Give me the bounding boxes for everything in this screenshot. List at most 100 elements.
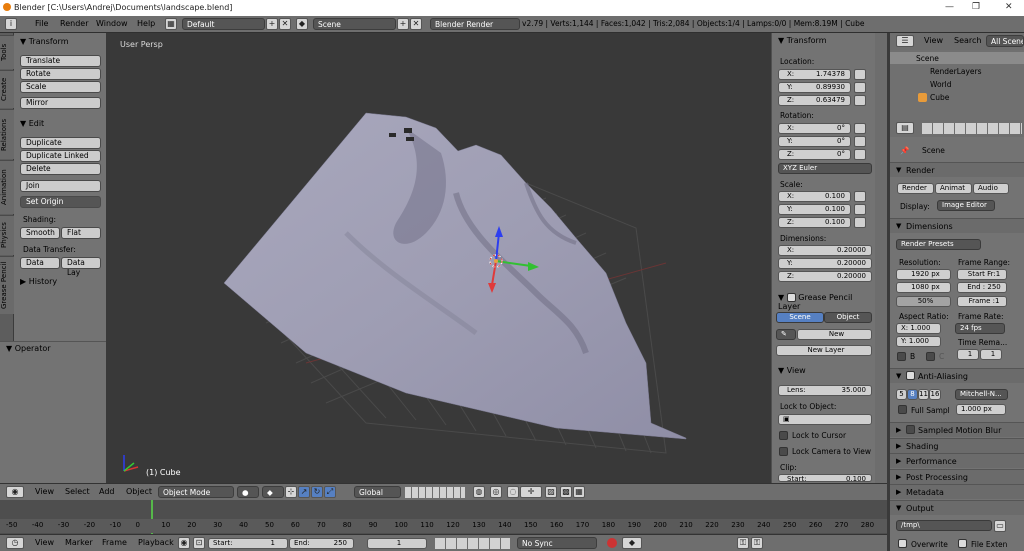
view-panel-header[interactable]: ▼ View xyxy=(778,366,806,375)
operator-panel-header[interactable]: ▼ Operator xyxy=(6,344,51,353)
dimension-y-field[interactable]: Y: 0.20000 xyxy=(778,258,872,269)
lock-icon[interactable] xyxy=(854,136,866,147)
sync-select[interactable]: No Sync xyxy=(517,537,597,549)
scale-z-field[interactable]: Z: 0.100 xyxy=(778,217,851,228)
opengl-render-icon[interactable]: ▨ xyxy=(545,486,557,498)
outliner-editor-icon[interactable]: ☰ xyxy=(896,35,914,47)
shading-mode-select[interactable]: ● xyxy=(237,486,259,498)
menu-file[interactable]: File xyxy=(35,19,48,28)
frame-end-field[interactable]: End : 250 xyxy=(957,282,1007,293)
preview-range-icon[interactable]: ◉ xyxy=(178,537,190,549)
timeline-ruler[interactable]: -50 -40 -30 -20 -10 0 10 20 30 40 50 60 70 80 90 100 110… xyxy=(0,519,887,533)
data-button[interactable]: Data xyxy=(20,257,60,269)
end-frame-field[interactable]: End: 250 xyxy=(289,538,354,549)
3d-viewport[interactable] xyxy=(106,33,771,483)
delete-keyframe-icon[interactable]: ⚿ xyxy=(751,537,763,549)
tl-playback-menu[interactable]: Playback xyxy=(138,538,174,547)
shading-panel-header[interactable]: ▶ Shading xyxy=(890,438,1024,453)
aa-samples-16[interactable]: 16 xyxy=(929,389,941,400)
lock-object-field[interactable]: ▣ xyxy=(778,414,872,425)
properties-editor-icon[interactable]: ▤ xyxy=(896,122,914,134)
resolution-y-field[interactable]: 1080 px xyxy=(896,282,951,293)
aa-filter-select[interactable]: Mitchell-N... xyxy=(955,389,1008,400)
overwrite-checkbox[interactable] xyxy=(898,539,907,548)
n-panel-scrollbar[interactable] xyxy=(875,33,887,483)
lock-range-icon[interactable]: ⊡ xyxy=(193,537,205,549)
output-panel-header[interactable]: ▼ Output xyxy=(890,500,1024,515)
aspect-y-field[interactable]: Y: 1.000 xyxy=(896,336,941,347)
camera-view-icon[interactable]: ▦ xyxy=(573,486,585,498)
history-panel-header[interactable]: ▶ History xyxy=(20,277,57,286)
lock-icon[interactable] xyxy=(854,123,866,134)
lock-icon[interactable] xyxy=(854,95,866,106)
translate-manipulator-icon[interactable]: ↗ xyxy=(298,486,310,498)
snap-element-icon[interactable]: ✛ xyxy=(520,486,542,498)
render-engine-select[interactable]: Blender Render xyxy=(430,18,520,30)
location-y-field[interactable]: Y: 0.89930 xyxy=(778,82,851,93)
rotation-mode-select[interactable]: XYZ Euler xyxy=(778,163,872,174)
gp-new-button[interactable]: New xyxy=(797,329,872,340)
keying-icon[interactable]: ◆ xyxy=(622,537,642,549)
layout-icon[interactable]: ▦ xyxy=(165,18,177,30)
add-layout-button[interactable]: + xyxy=(266,18,278,30)
scale-y-field[interactable]: Y: 0.100 xyxy=(778,204,851,215)
gp-data-icon[interactable]: ✎ xyxy=(776,329,796,340)
resolution-percent-field[interactable]: 50% xyxy=(896,296,951,307)
render-button[interactable]: Render xyxy=(897,183,934,194)
data-layout-button[interactable]: Data Lay xyxy=(61,257,101,277)
outliner-renderlayers[interactable]: RenderLayers xyxy=(930,67,982,76)
flat-button[interactable]: Flat xyxy=(61,227,101,239)
gp-object-button[interactable]: Object xyxy=(824,312,872,323)
aspect-x-field[interactable]: X: 1.000 xyxy=(896,323,941,334)
rotate-manipulator-icon[interactable]: ↻ xyxy=(311,486,323,498)
outliner-view-menu[interactable]: View xyxy=(924,36,943,45)
menu-render[interactable]: Render xyxy=(60,19,88,28)
lock-icon[interactable] xyxy=(854,217,866,228)
playback-controls[interactable] xyxy=(435,538,510,549)
vp-view-menu[interactable]: View xyxy=(35,487,54,496)
vp-select-menu[interactable]: Select xyxy=(65,487,90,496)
performance-panel-header[interactable]: ▶ Performance xyxy=(890,453,1024,468)
lock-icon[interactable] xyxy=(854,82,866,93)
tl-view-menu[interactable]: View xyxy=(35,538,54,547)
mode-select[interactable]: Object Mode xyxy=(158,486,234,498)
gp-layer-header[interactable]: ▼ Grease Pencil Layer xyxy=(778,293,875,311)
post-processing-panel-header[interactable]: ▶ Post Processing xyxy=(890,469,1024,484)
start-frame-field[interactable]: Start: 1 xyxy=(208,538,288,549)
animation-button[interactable]: Animat xyxy=(935,183,972,194)
location-x-field[interactable]: X: 1.74378 xyxy=(778,69,851,80)
display-select[interactable]: Image Editor xyxy=(937,200,995,211)
aa-samples-8[interactable]: 8 xyxy=(907,389,918,400)
filter-size-field[interactable]: 1.000 px xyxy=(956,404,1006,415)
lock-icon[interactable] xyxy=(854,191,866,202)
transform-panel-header[interactable]: ▼ Transform xyxy=(20,37,69,46)
crop-checkbox[interactable] xyxy=(926,352,935,361)
maximize-button[interactable]: ❐ xyxy=(972,2,980,12)
dimension-x-field[interactable]: X: 0.20000 xyxy=(778,245,872,256)
edit-panel-header[interactable]: ▼ Edit xyxy=(20,119,44,128)
lock-icon[interactable] xyxy=(854,69,866,80)
time-remap-new-field[interactable]: 1 xyxy=(980,349,1002,360)
tab-grease-pencil[interactable]: Grease Pencil xyxy=(0,256,14,314)
aa-samples-11[interactable]: 11 xyxy=(918,389,929,400)
duplicate-linked-button[interactable]: Duplicate Linked xyxy=(20,150,101,162)
tl-frame-menu[interactable]: Frame xyxy=(102,538,127,547)
timeline-editor-icon[interactable]: ◷ xyxy=(6,537,24,549)
folder-icon[interactable]: ▭ xyxy=(994,520,1006,532)
lock-cursor-checkbox[interactable] xyxy=(779,431,788,440)
clip-start-field[interactable]: Start: 0.100 xyxy=(778,474,872,483)
resolution-x-field[interactable]: 1920 px xyxy=(896,269,951,280)
fps-select[interactable]: 24 fps xyxy=(955,323,1005,334)
render-presets-select[interactable]: Render Presets xyxy=(896,239,981,250)
delete-button[interactable]: Delete xyxy=(20,163,101,175)
smooth-button[interactable]: Smooth xyxy=(20,227,60,239)
motion-blur-checkbox[interactable] xyxy=(906,425,915,434)
pivot-select[interactable]: ◆ xyxy=(262,486,284,498)
dimension-z-field[interactable]: Z: 0.20000 xyxy=(778,271,872,282)
gp-layer-checkbox[interactable] xyxy=(786,293,796,302)
minimize-button[interactable]: — xyxy=(945,2,954,12)
new-layer-button[interactable]: New Layer xyxy=(776,345,872,356)
manipulator-toggle-icon[interactable]: ⊹ xyxy=(285,486,297,498)
close-button[interactable]: ✕ xyxy=(1005,2,1013,12)
current-frame-field[interactable]: 1 xyxy=(367,538,427,549)
